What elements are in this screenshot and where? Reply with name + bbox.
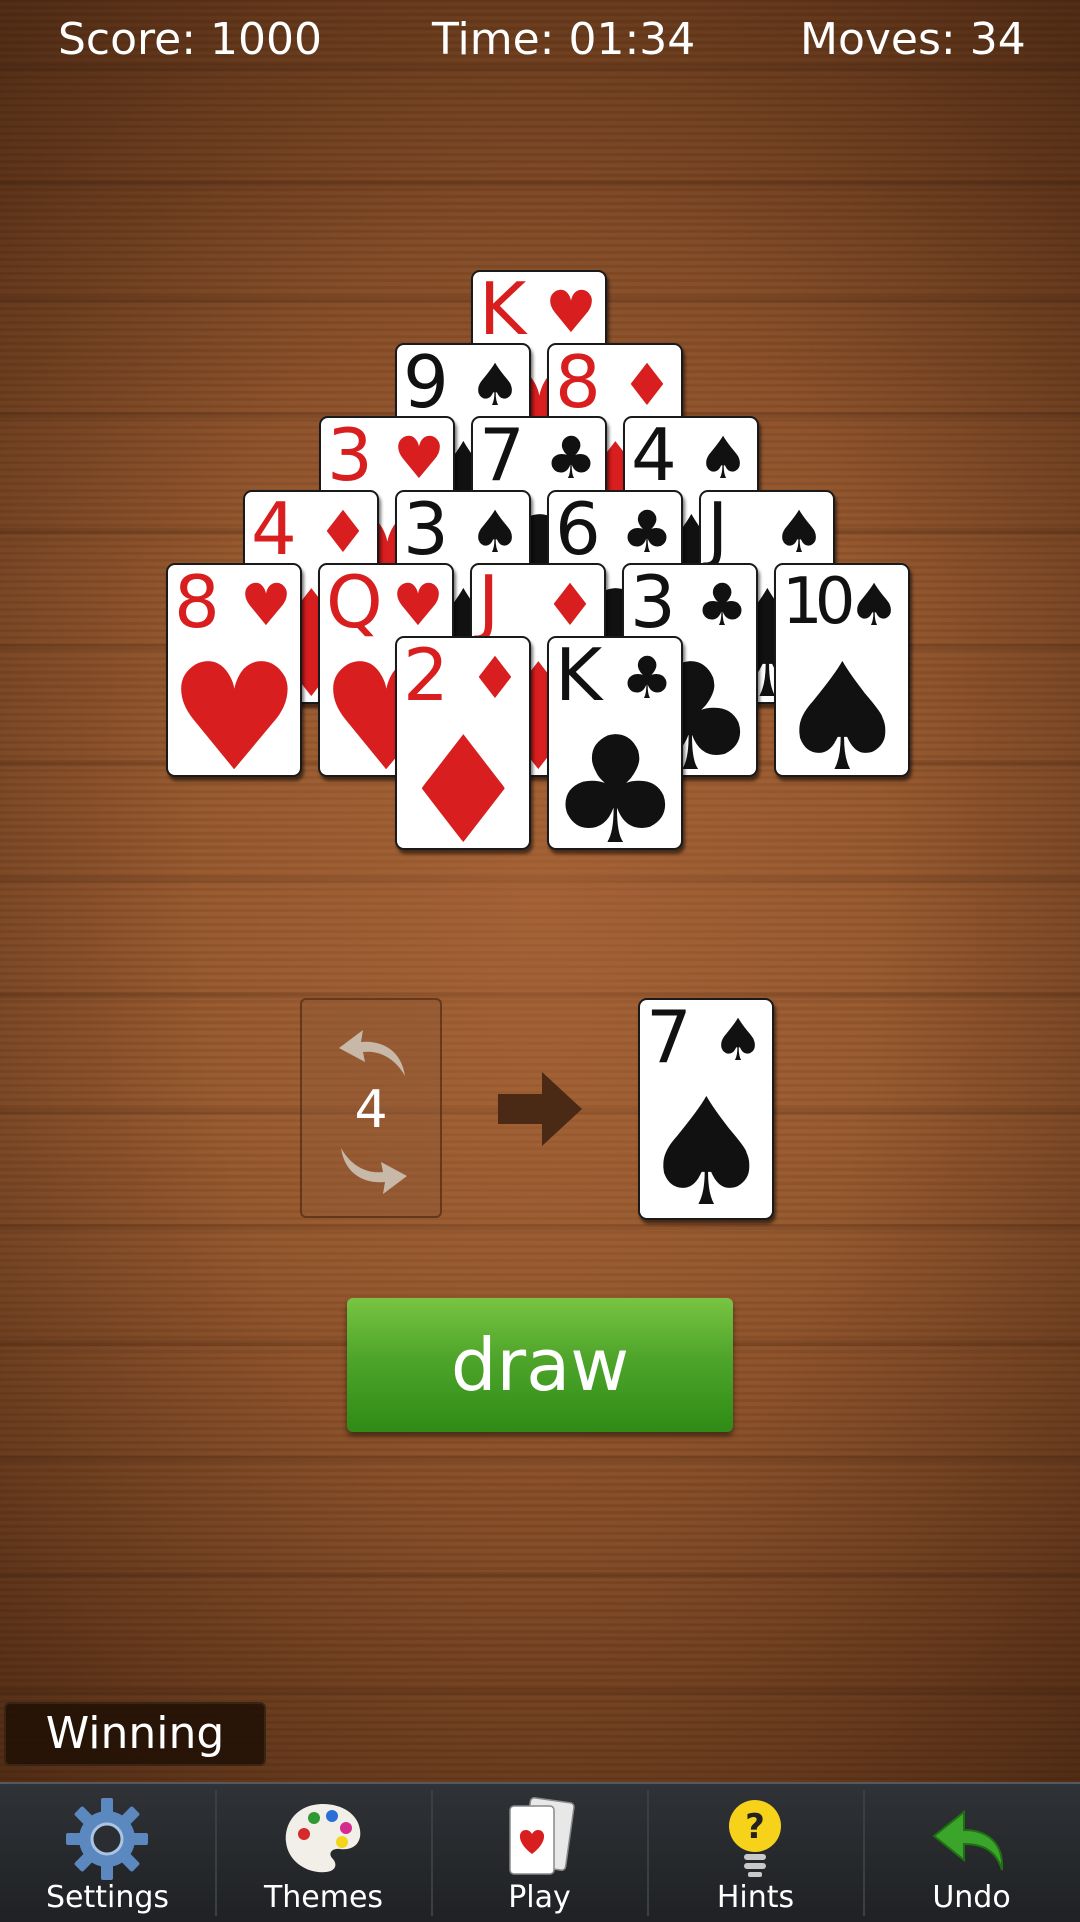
card-center-suit-icon: ♠ (776, 632, 909, 777)
waste-card-suit-icon: ♠ (712, 1006, 764, 1074)
card-suit-icon: ♠ (697, 424, 749, 492)
undo-label: Undo (932, 1880, 1011, 1915)
card-suit-icon: ♣ (621, 644, 673, 712)
bottom-navigation: Settings Themes Play ? Hints Undo (0, 1782, 1080, 1922)
gear-icon (66, 1798, 148, 1880)
moves-label: Moves: 34 (800, 14, 1026, 65)
undo-button[interactable]: Undo (864, 1784, 1079, 1922)
card-suit-icon: ♦ (621, 351, 673, 419)
pyramid-card[interactable]: 10 ♠ ♠ (774, 563, 910, 777)
settings-button[interactable]: Settings (0, 1784, 215, 1922)
settings-label: Settings (45, 1880, 170, 1915)
card-suit-icon: ♦ (544, 571, 596, 639)
score-bar: Score: 1000 Time: 01:34 Moves: 34 (0, 14, 1080, 74)
pyramid-card[interactable]: K ♣ ♣ (547, 636, 683, 850)
recycle-count: 4 (354, 1080, 388, 1140)
card-suit-icon: ♠ (469, 498, 521, 566)
play-button[interactable]: Play (432, 1784, 647, 1922)
status-badge: Winning (4, 1702, 266, 1766)
card-center-suit-icon: ♥ (168, 632, 301, 777)
svg-text:?: ? (745, 1807, 765, 1847)
themes-button[interactable]: Themes (216, 1784, 431, 1922)
hints-label: Hints (716, 1880, 795, 1915)
card-center-suit-icon: ♣ (549, 705, 682, 850)
play-label: Play (508, 1880, 571, 1915)
card-suit-icon: ♦ (317, 498, 369, 566)
card-suit-icon: ♥ (545, 278, 597, 346)
stock-pile[interactable]: 4 (300, 998, 442, 1218)
themes-label: Themes (263, 1880, 384, 1915)
pyramid-card[interactable]: 2 ♦ ♦ (395, 636, 531, 850)
card-suit-icon: ♦ (469, 644, 521, 712)
card-suit-icon: ♣ (621, 498, 673, 566)
palette-icon (285, 1804, 361, 1873)
card-suit-icon: ♠ (469, 351, 521, 419)
waste-card[interactable]: 7 ♠ ♠ (638, 998, 774, 1220)
card-suit-icon: ♥ (392, 571, 444, 639)
pyramid-card[interactable]: 8 ♥ ♥ (166, 563, 302, 777)
undo-arrow-icon (932, 1809, 1004, 1871)
card-suit-icon: ♥ (393, 424, 445, 492)
card-suit-icon: ♣ (545, 424, 597, 492)
card-suit-icon: ♥ (240, 571, 292, 639)
card-suit-icon: ♠ (773, 498, 825, 566)
cards-icon (509, 1797, 575, 1875)
draw-button[interactable]: draw (347, 1298, 733, 1432)
card-suit-icon: ♣ (696, 571, 748, 639)
hints-button[interactable]: ? Hints (648, 1784, 863, 1922)
time-label: Time: 01:34 (432, 14, 696, 65)
card-center-suit-icon: ♦ (397, 705, 530, 850)
card-suit-icon: ♠ (848, 571, 900, 639)
recycle-arrow-bottom-icon (341, 1148, 407, 1194)
recycle-arrow-top-icon (339, 1030, 405, 1076)
score-label: Score: 1000 (58, 14, 323, 65)
waste-card-center-suit-icon: ♠ (640, 1067, 773, 1220)
deal-arrow-icon (498, 1072, 582, 1146)
lightbulb-icon: ? (729, 1800, 781, 1877)
